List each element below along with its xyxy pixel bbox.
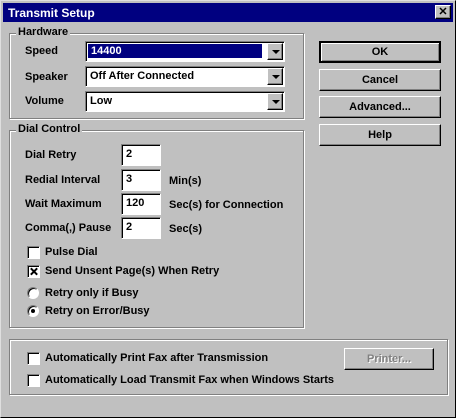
redial-interval-label: Redial Interval: [25, 174, 101, 186]
wait-maximum-unit: Sec(s) for Connection: [169, 199, 284, 211]
window-title: Transmit Setup: [8, 6, 95, 20]
auto-load-label[interactable]: Automatically Load Transmit Fax when Win…: [45, 374, 334, 386]
cancel-button[interactable]: Cancel: [319, 69, 441, 91]
pulse-dial-checkbox[interactable]: [27, 246, 40, 259]
wait-maximum-input[interactable]: 120: [121, 193, 161, 215]
speaker-select[interactable]: Off After Connected: [85, 66, 285, 87]
redial-interval-unit: Min(s): [169, 175, 202, 187]
dial-retry-input[interactable]: 2: [121, 144, 161, 166]
chevron-down-icon[interactable]: [267, 68, 283, 85]
retry-busy-label[interactable]: Retry only if Busy: [45, 287, 139, 299]
comma-pause-unit: Sec(s): [169, 223, 203, 235]
close-button[interactable]: ✕: [435, 5, 451, 19]
chevron-down-icon[interactable]: [267, 93, 283, 110]
retry-error-label[interactable]: Retry on Error/Busy: [45, 305, 150, 317]
ok-button[interactable]: OK: [319, 41, 441, 63]
speed-select[interactable]: 14400: [85, 41, 285, 62]
title-bar[interactable]: Transmit Setup ✕: [3, 3, 453, 22]
send-unsent-checkbox[interactable]: [27, 265, 40, 278]
comma-pause-label: Comma(,) Pause: [25, 222, 112, 234]
speaker-label: Speaker: [25, 71, 68, 83]
volume-value: Low: [90, 95, 112, 107]
pulse-dial-label[interactable]: Pulse Dial: [45, 246, 98, 258]
comma-pause-input[interactable]: 2: [121, 217, 161, 239]
volume-select[interactable]: Low: [85, 91, 285, 112]
dial-control-group-label: Dial Control: [16, 123, 83, 135]
help-button[interactable]: Help: [319, 124, 441, 146]
retry-busy-radio[interactable]: [27, 287, 39, 299]
retry-error-radio[interactable]: [27, 305, 39, 317]
redial-interval-input[interactable]: 3: [121, 169, 161, 191]
auto-print-label[interactable]: Automatically Print Fax after Transmissi…: [45, 352, 268, 364]
dial-retry-label: Dial Retry: [25, 149, 77, 161]
transmit-setup-dialog: Transmit Setup ✕ Hardware Speed 14400 Sp…: [0, 0, 456, 418]
advanced-button[interactable]: Advanced...: [319, 96, 441, 118]
close-icon: ✕: [438, 6, 448, 18]
speed-value: 14400: [88, 44, 262, 58]
volume-label: Volume: [25, 95, 64, 107]
speed-label: Speed: [25, 45, 59, 57]
hardware-group-label: Hardware: [16, 26, 71, 38]
send-unsent-label[interactable]: Send Unsent Page(s) When Retry: [45, 265, 219, 277]
printer-button[interactable]: Printer...: [344, 348, 434, 370]
wait-maximum-label: Wait Maximum: [25, 198, 102, 210]
auto-load-checkbox[interactable]: [27, 374, 40, 387]
auto-print-checkbox[interactable]: [27, 352, 40, 365]
speaker-value: Off After Connected: [90, 70, 195, 82]
chevron-down-icon[interactable]: [267, 43, 283, 60]
